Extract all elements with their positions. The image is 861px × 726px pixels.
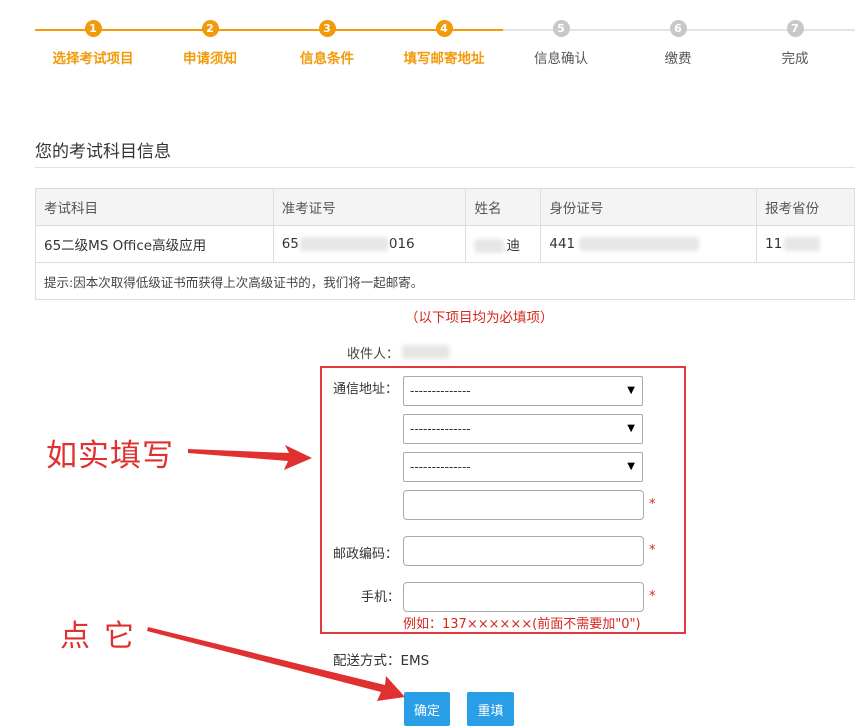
- receiver-label: 收件人：: [347, 347, 400, 362]
- step-3: 3 信息条件: [267, 20, 387, 67]
- step-number: 1: [84, 20, 102, 37]
- section-divider: [35, 167, 855, 168]
- annotation-fill-truthfully: 如实填写: [46, 438, 174, 474]
- postcode-input[interactable]: [403, 536, 644, 566]
- exam-info-table: 考试科目 准考证号 姓名 身份证号 报考省份 65二级MS Office高级应用…: [35, 188, 855, 300]
- step-6: 6 缴费: [618, 20, 738, 67]
- step-label: 申请须知: [183, 51, 237, 67]
- step-progress: 1 选择考试项目 2 申请须知 3 信息条件 4 填写邮寄地址 5 信息确认 6…: [0, 0, 861, 80]
- province-select[interactable]: -------------- ▼: [403, 376, 643, 406]
- step-number: 3: [318, 20, 336, 37]
- step-number: 5: [552, 20, 570, 37]
- phone-example-hint: 例如：137××××××(前面不需要加"0"): [403, 617, 641, 632]
- required-note: （以下项目均为必填项）: [405, 310, 554, 326]
- redacted-blur: [579, 237, 700, 251]
- select-value: --------------: [410, 422, 471, 436]
- cell-id: 441: [540, 225, 758, 263]
- street-address-input[interactable]: [403, 490, 644, 520]
- step-number: 2: [201, 20, 219, 37]
- arrow-to-form-icon: [188, 445, 312, 470]
- step-label: 缴费: [664, 51, 692, 67]
- header-id: 身份证号: [540, 188, 758, 226]
- required-mark: *: [649, 589, 656, 604]
- step-number: 6: [669, 20, 687, 37]
- phone-label: 手机：: [361, 590, 401, 605]
- table-tip-row: 提示:因本次取得低级证书而获得上次高级证书的，我们将一起邮寄。: [35, 262, 855, 300]
- cell-subject: 65二级MS Office高级应用: [35, 225, 274, 263]
- header-ticket: 准考证号: [272, 188, 467, 226]
- redacted-blur: [474, 239, 505, 253]
- redacted-blur: [784, 237, 821, 251]
- name-suffix: 迪: [506, 238, 520, 254]
- step-number: 4: [435, 20, 453, 37]
- required-mark: *: [649, 543, 656, 558]
- table-header-row: 考试科目 准考证号 姓名 身份证号 报考省份: [35, 188, 855, 226]
- step-1: 1 选择考试项目: [33, 20, 153, 67]
- header-name: 姓名: [465, 188, 542, 226]
- step-2: 2 申请须知: [150, 20, 270, 67]
- annotation-click-it: 点它: [60, 619, 148, 654]
- step-4: 4 填写邮寄地址: [384, 20, 504, 67]
- address-label: 通信地址：: [333, 382, 399, 397]
- province-prefix: 11: [765, 236, 783, 252]
- cell-name: 迪: [465, 225, 542, 263]
- step-7: 7 完成: [735, 20, 855, 67]
- select-value: --------------: [410, 384, 471, 398]
- caret-down-icon: ▼: [627, 423, 635, 434]
- redacted-blur: [299, 237, 388, 251]
- id-prefix: 441: [549, 236, 576, 252]
- ticket-suffix: 016: [388, 236, 415, 252]
- cell-province: 11: [756, 225, 855, 263]
- header-province: 报考省份: [756, 188, 855, 226]
- district-select[interactable]: -------------- ▼: [403, 452, 643, 482]
- receiver-name-redacted: [402, 345, 450, 359]
- caret-down-icon: ▼: [627, 385, 635, 396]
- required-mark: *: [649, 497, 656, 512]
- phone-input[interactable]: [403, 582, 644, 612]
- step-label: 填写邮寄地址: [403, 51, 485, 67]
- table-row: 65二级MS Office高级应用 65 016 迪 441 11: [35, 225, 855, 263]
- confirm-button[interactable]: 确定: [404, 692, 450, 726]
- step-label: 完成: [781, 51, 809, 67]
- select-value: --------------: [410, 460, 471, 474]
- step-label: 信息确认: [534, 51, 588, 67]
- delivery-method: 配送方式：EMS: [333, 653, 430, 669]
- city-select[interactable]: -------------- ▼: [403, 414, 643, 444]
- step-label: 信息条件: [300, 51, 354, 67]
- caret-down-icon: ▼: [627, 461, 635, 472]
- header-subject: 考试科目: [35, 188, 274, 226]
- cell-ticket: 65 016: [272, 225, 467, 263]
- step-label: 选择考试项目: [52, 51, 134, 67]
- step-5: 5 信息确认: [501, 20, 621, 67]
- reset-button[interactable]: 重填: [467, 692, 514, 726]
- step-number: 7: [786, 20, 804, 37]
- postcode-label: 邮政编码：: [333, 547, 399, 562]
- mailing-tip: 提示:因本次取得低级证书而获得上次高级证书的，我们将一起邮寄。: [35, 262, 855, 300]
- ticket-prefix: 65: [281, 236, 299, 252]
- section-title: 您的考试科目信息: [35, 142, 171, 162]
